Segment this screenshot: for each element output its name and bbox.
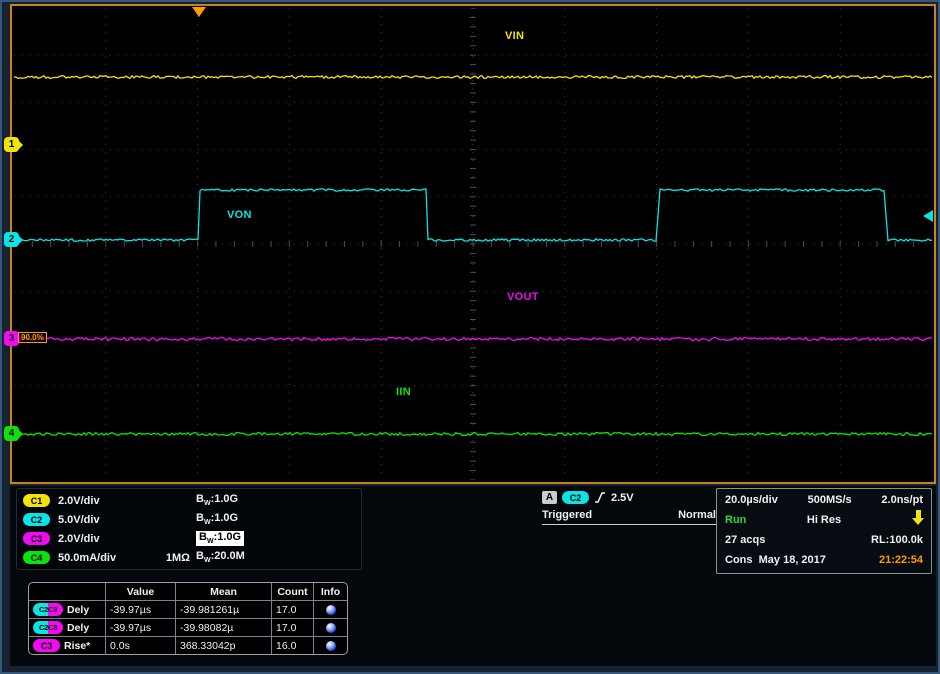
c2-badge[interactable]: C2 — [23, 513, 50, 526]
measurement-mean: 368.33042p — [175, 636, 271, 654]
trigger-position-marker[interactable] — [192, 7, 206, 17]
channel-4-badge[interactable]: 4 — [4, 426, 19, 441]
measurement-mean: -39.98082µ — [175, 618, 271, 636]
channel-2-badge[interactable]: 2 — [4, 232, 19, 247]
marker-down-icon — [916, 510, 921, 518]
c2c3-badge: C2C3 — [33, 603, 63, 616]
c4-badge[interactable]: C4 — [23, 551, 50, 564]
channel-readouts-panel: C1 2.0V/div BW:1.0G C2 5.0V/div BW:1.0G … — [16, 488, 362, 570]
date-time-row: Cons May 18, 2017 21:22:54 — [725, 550, 923, 570]
trace-vout — [14, 337, 932, 340]
c2-bandwidth: BW:1.0G — [196, 512, 238, 526]
c4-impedance: 1MΩ — [154, 552, 190, 564]
measurement-info[interactable] — [313, 636, 347, 654]
col-header-mean: Mean — [175, 583, 271, 600]
info-icon[interactable] — [326, 605, 336, 615]
trigger-level: 2.5V — [611, 492, 634, 504]
trace-label-vin: VIN — [505, 30, 524, 42]
channel-4-arrow-icon — [18, 429, 28, 439]
measurement-info[interactable] — [313, 600, 347, 618]
measurement-count: 16.0 — [271, 636, 313, 654]
channel-2-marker[interactable]: 2 — [4, 232, 28, 247]
horizontal-acquisition-panel[interactable]: 20.0µs/div 500MS/s 2.0ns/pt Run Hi Res 2… — [716, 488, 932, 574]
channel-readout-c1[interactable]: C1 2.0V/div BW:1.0G — [23, 491, 355, 510]
trace-label-vout: VOUT — [507, 291, 539, 303]
trigger-readout-panel[interactable]: A C2 2.5V Triggered Normal — [542, 491, 718, 525]
run-status-row: Run Hi Res — [725, 510, 923, 530]
measurement-name: Rise* — [64, 640, 90, 652]
ch2-right-edge-indicator-icon — [917, 210, 933, 222]
col-header-count: Count — [271, 583, 313, 600]
sample-rate: 500MS/s — [808, 494, 852, 506]
measurement-table: Value Mean Count Info C2C3 Dely -39.97µs… — [28, 582, 348, 655]
c4-scale: 50.0mA/div — [58, 552, 154, 564]
measurement-count: 17.0 — [271, 600, 313, 618]
clock-time: 21:22:54 — [879, 554, 923, 566]
acq-count-row: 27 acqs RL:100.0k — [725, 530, 923, 550]
channel-1-badge[interactable]: 1 — [4, 137, 19, 152]
measurement-count: 17.0 — [271, 618, 313, 636]
channel-1-marker[interactable]: 1 — [4, 137, 28, 152]
channel-1-arrow-icon — [18, 140, 28, 150]
trigger-settings-row: A C2 2.5V — [542, 491, 718, 504]
info-icon[interactable] — [326, 641, 336, 651]
record-length: RL:100.0k — [871, 534, 923, 546]
trigger-source-badge[interactable]: C2 — [562, 491, 589, 504]
trigger-status: Triggered — [542, 509, 592, 521]
trace-label-von: VON — [227, 209, 252, 221]
measurement-row-label[interactable]: C2C3 Dely — [29, 600, 105, 618]
trigger-status-row: Triggered Normal — [542, 506, 718, 525]
c1-scale: 2.0V/div — [58, 495, 154, 507]
channel-2-arrow-icon — [18, 235, 28, 245]
c3-scale: 2.0V/div — [58, 533, 154, 545]
trace-iin — [14, 433, 932, 436]
timebase-row: 20.0µs/div 500MS/s 2.0ns/pt — [725, 490, 923, 510]
measurement-value: -39.97µs — [105, 618, 175, 636]
c3-badge: C3 — [33, 639, 60, 652]
measurement-info[interactable] — [313, 618, 347, 636]
status-bar: C1 2.0V/div BW:1.0G C2 5.0V/div BW:1.0G … — [10, 486, 936, 666]
c2c3-badge: C2C3 — [33, 621, 63, 634]
waveform-display: 1 2 3 4 90.0% VIN VON VOUT IIN — [10, 4, 936, 484]
channel-4-marker[interactable]: 4 — [4, 426, 28, 441]
measurement-value: 0.0s — [105, 636, 175, 654]
channel-readout-c3[interactable]: C3 2.0V/div BW:1.0G — [23, 529, 355, 548]
oscilloscope-screen: 1 2 3 4 90.0% VIN VON VOUT IIN C1 2.0V/d… — [0, 0, 940, 674]
c4-bandwidth: BW:20.0M — [196, 550, 245, 564]
channel-3-badge[interactable]: 3 — [4, 331, 19, 346]
measurement-mean: -39.981261µ — [175, 600, 271, 618]
c1-badge[interactable]: C1 — [23, 494, 50, 507]
waveform-graticule — [14, 8, 932, 480]
measurement-row-label[interactable]: C3 Rise* — [29, 636, 105, 654]
c1-bandwidth: BW:1.0G — [196, 493, 238, 507]
rising-edge-icon — [594, 491, 606, 504]
channel-readout-c4[interactable]: C4 50.0mA/div 1MΩ BW:20.0M — [23, 548, 355, 567]
measurement-name: Dely — [67, 622, 89, 634]
trigger-a-badge: A — [542, 491, 557, 504]
channel-readout-c2[interactable]: C2 5.0V/div BW:1.0G — [23, 510, 355, 529]
c3-bandwidth-selected[interactable]: BW:1.0G — [196, 531, 244, 545]
c3-badge[interactable]: C3 — [23, 532, 50, 545]
sample-resolution: 2.0ns/pt — [881, 494, 923, 506]
cons-date: Cons May 18, 2017 — [725, 554, 826, 566]
trace-vin — [14, 76, 932, 79]
measurement-value: -39.97µs — [105, 600, 175, 618]
measurement-row-label[interactable]: C2C3 Dely — [29, 618, 105, 636]
run-status: Run — [725, 514, 746, 526]
trigger-mode: Normal — [678, 509, 716, 521]
col-header-value: Value — [105, 583, 175, 600]
col-header-blank — [29, 583, 105, 600]
col-header-info: Info — [313, 583, 347, 600]
trace-label-iin: IIN — [396, 386, 411, 398]
reference-level-annotation: 90.0% — [18, 332, 47, 343]
measurement-name: Dely — [67, 604, 89, 616]
acq-count: 27 acqs — [725, 534, 765, 546]
acq-mode: Hi Res — [725, 514, 923, 526]
info-icon[interactable] — [326, 623, 336, 633]
c2-scale: 5.0V/div — [58, 514, 154, 526]
timebase: 20.0µs/div — [725, 494, 778, 506]
